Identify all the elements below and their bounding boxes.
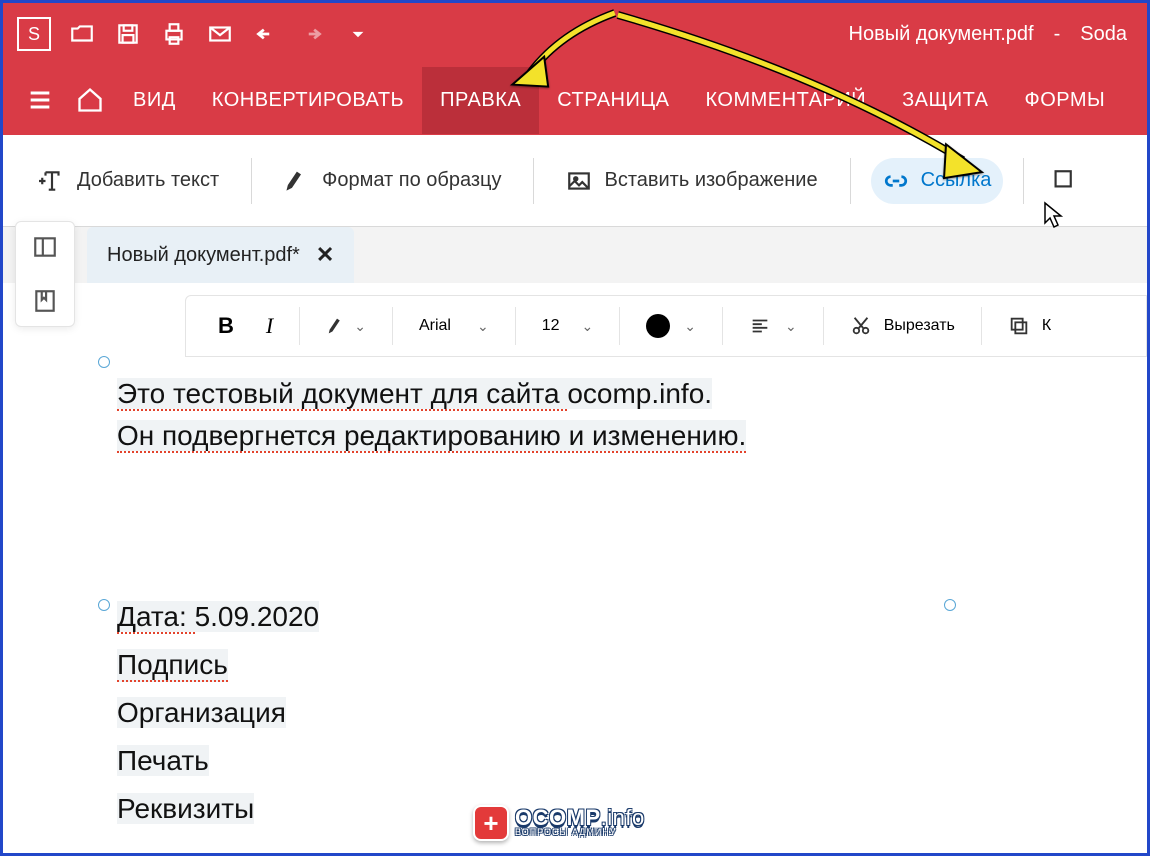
document-tab-label: Новый документ.pdf* [107,244,300,267]
italic-button[interactable]: I [252,305,287,347]
font-size-select[interactable]: 12⌄ [528,309,608,343]
tab-page[interactable]: СТРАНИЦА [539,67,687,134]
toolbar-separator [251,158,252,204]
watermark: + OCOMP.info ВОПРОСЫ АДМИНУ [473,805,645,841]
panel-icon[interactable] [32,234,58,260]
main-tabs: ВИД КОНВЕРТИРОВАТЬ ПРАВКА СТРАНИЦА КОММЕ… [3,65,1147,135]
app-badge: S [17,17,51,51]
document-tab-row: Новый документ.pdf* ✕ [3,227,1147,283]
link-button[interactable]: Ссылка [871,158,1004,204]
copy-button[interactable]: К [994,307,1065,345]
home-icon[interactable] [65,75,115,125]
highlight-button[interactable]: ⌄ [312,307,380,345]
resize-handle[interactable] [98,599,110,611]
save-icon[interactable] [113,19,143,49]
close-tab-icon[interactable]: ✕ [316,242,334,268]
toolbar-separator [850,158,851,204]
hamburger-icon[interactable] [15,75,65,125]
resize-handle[interactable] [944,599,956,611]
tab-forms[interactable]: ФОРМЫ [1007,67,1124,134]
tab-protect[interactable]: ЗАЩИТА [884,67,1006,134]
undo-icon[interactable] [251,19,281,49]
insert-image-button[interactable]: Вставить изображение [554,158,829,204]
font-select[interactable]: Arial⌄ [405,309,503,343]
tab-comment[interactable]: КОММЕНТАРИЙ [688,67,885,134]
more-tool[interactable] [1044,158,1078,204]
document-canvas: Это тестовый документ для сайта ocomp.in… [87,357,1147,853]
tab-edit[interactable]: ПРАВКА [422,67,539,134]
redo-icon[interactable] [297,19,327,49]
edit-toolbar: Добавить текст Формат по образцу Вставит… [3,135,1147,227]
add-text-button[interactable]: Добавить текст [27,158,231,204]
titlebar: S Новый документ.pdf - Soda [3,3,1147,65]
cut-button[interactable]: Вырезать [836,307,969,345]
format-bar: B I ⌄ Arial⌄ 12⌄ ⌄ ⌄ Вырезать К [185,295,1147,357]
open-icon[interactable] [67,19,97,49]
document-title: Новый документ.pdf [849,23,1034,46]
title-separator: - [1054,23,1061,46]
toolbar-separator [533,158,534,204]
bold-button[interactable]: B [204,305,248,347]
side-panel-toggles [15,221,75,327]
document-paragraph-1[interactable]: Это тестовый документ для сайта ocomp.in… [117,373,746,457]
bookmark-icon[interactable] [32,288,58,314]
format-painter-button[interactable]: Формат по образцу [272,158,513,204]
app-name: Soda [1080,23,1127,46]
toolbar-separator [1023,158,1024,204]
document-tab[interactable]: Новый документ.pdf* ✕ [87,227,354,283]
color-select[interactable]: ⌄ [632,306,710,346]
print-icon[interactable] [159,19,189,49]
tab-convert[interactable]: КОНВЕРТИРОВАТЬ [194,67,422,134]
cursor-icon [1043,201,1065,229]
document-paragraph-2[interactable]: Дата: 5.09.2020 Подпись Организация Печа… [117,593,319,833]
more-icon[interactable] [343,19,373,49]
align-select[interactable]: ⌄ [735,307,811,345]
watermark-badge: + [473,805,509,841]
resize-handle[interactable] [98,356,110,368]
mail-icon[interactable] [205,19,235,49]
tab-view[interactable]: ВИД [115,67,194,134]
